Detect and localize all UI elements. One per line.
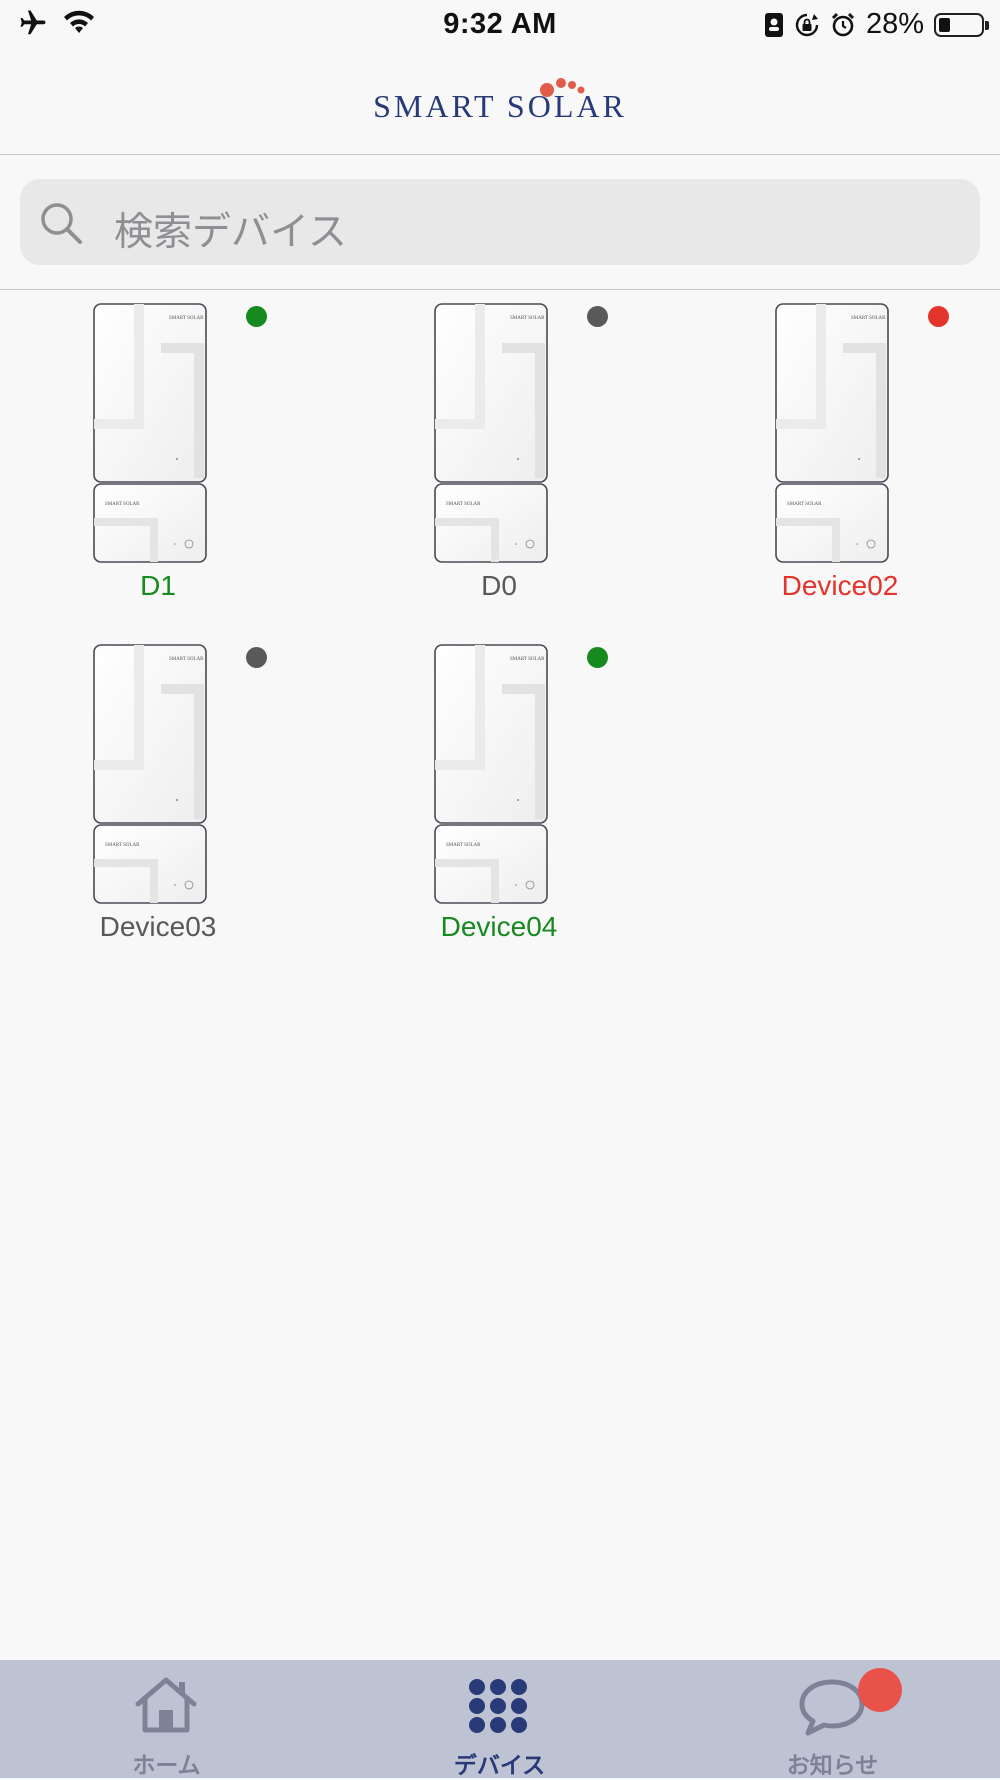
battery-unit-image: SMART SOLAR SMART SOLAR: [434, 644, 548, 904]
svg-text:SMART SOLAR: SMART SOLAR: [105, 843, 140, 848]
tab-home-label: ホーム: [132, 1752, 201, 1778]
device-name: Device03: [99, 911, 217, 942]
battery-unit-image: SMART SOLAR SMART SOLAR: [93, 303, 207, 563]
status-dot: [928, 306, 949, 327]
home-icon: [135, 1677, 197, 1733]
battery-unit-image: SMART SOLAR SMART SOLAR: [93, 644, 207, 904]
tab-notifications-label: お知らせ: [786, 1752, 879, 1778]
contact-card-icon: [764, 12, 783, 37]
orientation-lock-icon: [795, 13, 819, 36]
svg-text:SMART SOLAR: SMART SOLAR: [510, 316, 545, 321]
svg-text:SMART SOLAR: SMART SOLAR: [169, 657, 204, 662]
status-right: 28%: [764, 8, 989, 41]
smart-solar-logo: SMART SOLAR: [0, 78, 1000, 125]
device-name: D0: [481, 570, 517, 601]
svg-text:SMART SOLAR: SMART SOLAR: [510, 657, 545, 662]
device-name: Device02: [781, 570, 899, 601]
tab-home[interactable]: ホーム: [0, 1660, 333, 1778]
device-name: Device04: [440, 911, 558, 942]
logo-sun-dots: [540, 78, 585, 97]
status-dot: [246, 647, 267, 668]
status-dot: [587, 647, 608, 668]
device-tile-d1[interactable]: SMART SOLAR SMART SOLAR D1: [8, 302, 308, 642]
tab-devices-label: デバイス: [453, 1752, 546, 1778]
device-tile-device04[interactable]: SMART SOLAR SMART SOLAR Device04: [349, 643, 649, 983]
tab-notifications[interactable]: お知らせ: [666, 1660, 999, 1778]
status-bar: 9:32 AM 28%: [0, 0, 1000, 50]
notification-badge: [858, 1668, 902, 1712]
battery-level: [939, 17, 950, 32]
battery-percent: 28%: [865, 8, 924, 40]
svg-text:SMART SOLAR: SMART SOLAR: [787, 502, 822, 507]
search-icon: [41, 203, 82, 244]
battery-unit-image: SMART SOLAR SMART SOLAR: [434, 303, 548, 563]
status-dot: [246, 306, 267, 327]
grid-dots-icon: [469, 1679, 527, 1733]
svg-text:SMART SOLAR: SMART SOLAR: [446, 843, 481, 848]
alarm-icon: [831, 12, 855, 36]
battery-icon: [934, 12, 989, 37]
svg-text:SMART SOLAR: SMART SOLAR: [851, 316, 886, 321]
svg-text:SMART SOLAR: SMART SOLAR: [446, 502, 481, 507]
svg-text:SMART SOLAR: SMART SOLAR: [169, 316, 204, 321]
chat-bubble-icon: [799, 1679, 865, 1736]
svg-text:SMART SOLAR: SMART SOLAR: [105, 502, 140, 507]
device-tile-device02[interactable]: SMART SOLAR SMART SOLAR Device02: [690, 302, 990, 642]
search-input[interactable]: 検索デバイス: [20, 179, 980, 265]
app-header: SMART SOLAR: [0, 50, 1000, 155]
battery-unit-image: SMART SOLAR SMART SOLAR: [775, 303, 889, 563]
tab-bar: ホーム デバイス お知らせ: [0, 1660, 1000, 1778]
search-section: 検索デバイス: [0, 154, 1000, 290]
search-placeholder: 検索デバイス: [114, 211, 347, 254]
tab-devices[interactable]: デバイス: [333, 1660, 666, 1778]
device-tile-device03[interactable]: SMART SOLAR SMART SOLAR Device03: [8, 643, 308, 983]
device-tile-d0[interactable]: SMART SOLAR SMART SOLAR D0: [349, 302, 649, 642]
status-dot: [587, 306, 608, 327]
device-name: D1: [140, 570, 176, 601]
